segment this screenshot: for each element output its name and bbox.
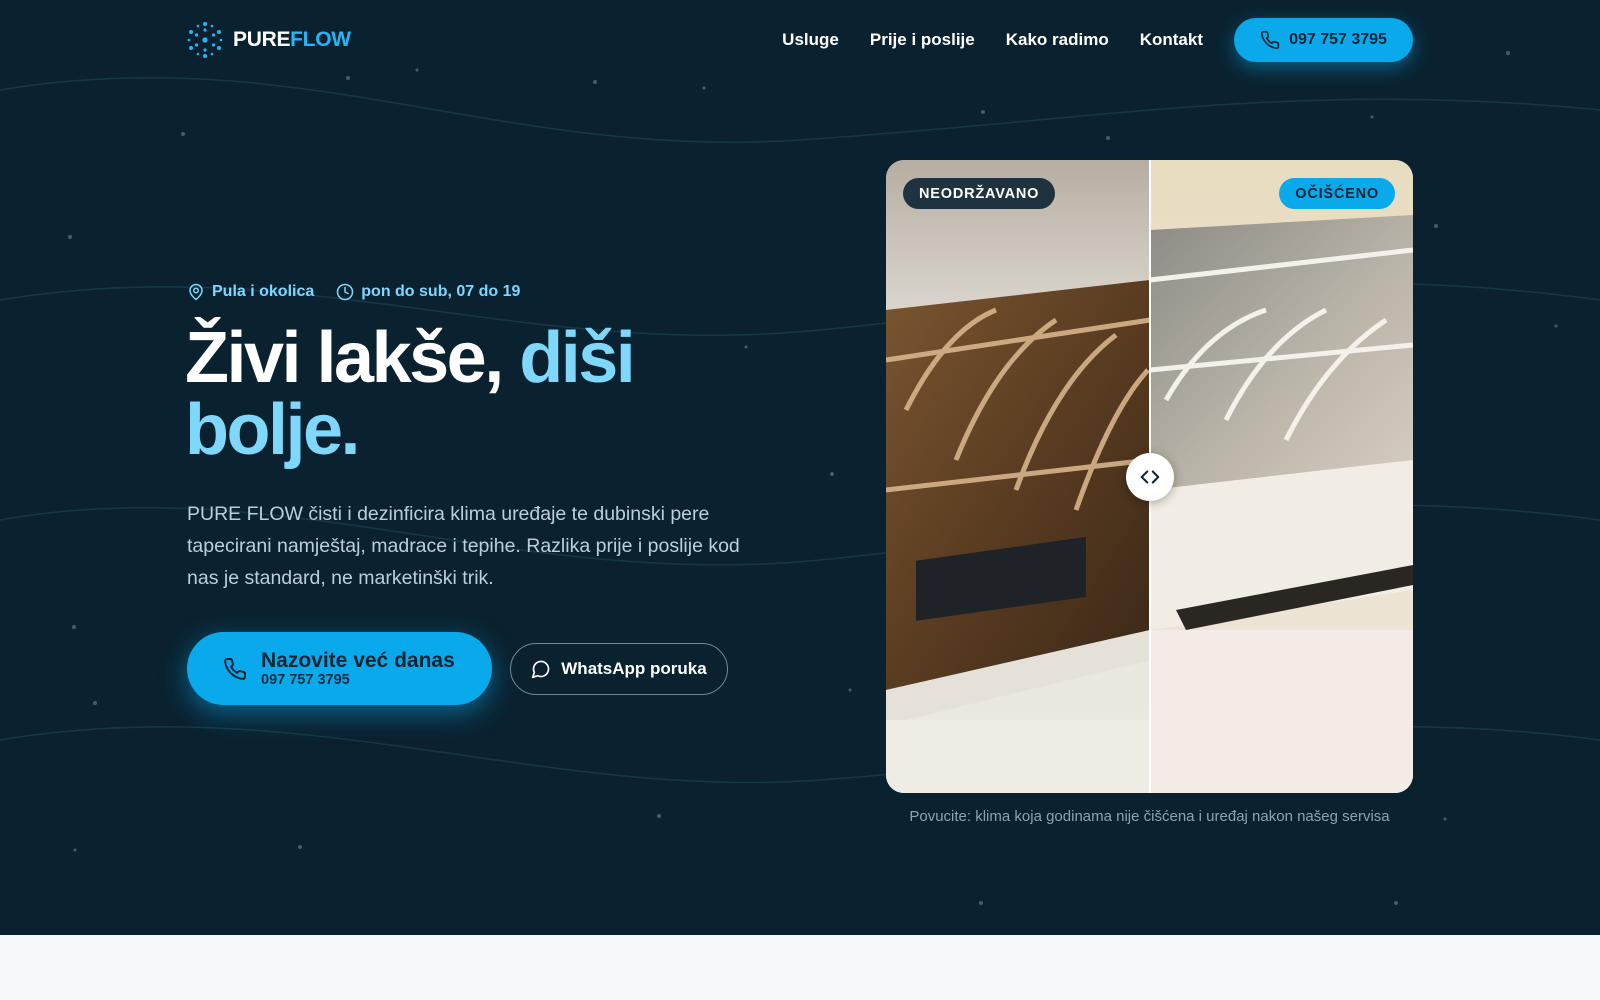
nav-link-usluge[interactable]: Usluge xyxy=(782,30,839,50)
chevron-left-right-icon xyxy=(1140,470,1160,484)
hero-description: PURE FLOW čisti i dezinficira klima uređ… xyxy=(187,503,740,589)
chat-bubble-icon xyxy=(532,660,550,679)
nav-link-kako-radimo[interactable]: Kako radimo xyxy=(1006,30,1109,50)
nav-links: Usluge Prije i poslije Kako radimo Konta… xyxy=(782,30,1203,50)
brand-name-part1: PURE xyxy=(233,28,291,51)
hero-meta: Pula i okolica pon do sub, 07 do 19 xyxy=(187,283,520,301)
call-now-label: Nazovite već danas 097 757 3795 xyxy=(261,649,455,689)
nav-call-button[interactable]: 097 757 3795 xyxy=(1234,18,1413,62)
headline-part1: Živi lakše, xyxy=(185,318,504,398)
call-now-title: Nazovite već danas xyxy=(261,648,455,672)
snowflake-icon xyxy=(187,22,223,58)
next-section xyxy=(0,935,1600,1000)
before-after-slider[interactable]: NEODRŽAVANO OČIŠĆENO xyxy=(886,160,1413,793)
phone-icon xyxy=(224,657,247,680)
page-title: Živi lakše, diši bolje. xyxy=(185,322,785,466)
whatsapp-label: WhatsApp poruka xyxy=(561,659,707,678)
call-now-phone: 097 757 3795 xyxy=(261,671,350,688)
hours-info: pon do sub, 07 do 19 xyxy=(336,283,520,301)
brand-name-part2: FLOW xyxy=(290,28,351,51)
logo[interactable]: PUREFLOW xyxy=(187,20,351,60)
location-info: Pula i okolica xyxy=(187,283,314,301)
hero-section: PUREFLOW Usluge Prije i poslije Kako rad… xyxy=(0,0,1600,935)
clock-icon xyxy=(337,283,354,301)
nav-link-kontakt[interactable]: Kontakt xyxy=(1140,30,1203,50)
before-badge: NEODRŽAVANO xyxy=(903,178,1056,209)
comparison-caption: Povucite: klima koja godinama nije čišće… xyxy=(909,808,1390,825)
nav-link-prije-i-poslije[interactable]: Prije i poslije xyxy=(870,30,975,50)
phone-icon xyxy=(1260,30,1280,50)
slider-handle[interactable] xyxy=(1126,453,1174,501)
location-text: Pula i okolica xyxy=(212,283,315,300)
hours-text: pon do sub, 07 do 19 xyxy=(361,283,521,300)
call-now-button[interactable]: Nazovite već danas 097 757 3795 xyxy=(187,632,492,705)
after-badge: OČIŠĆENO xyxy=(1279,178,1395,209)
top-navigation: PUREFLOW Usluge Prije i poslije Kako rad… xyxy=(187,18,1413,62)
whatsapp-button[interactable]: WhatsApp poruka xyxy=(510,643,728,695)
brand-name: PUREFLOW xyxy=(233,28,351,52)
nav-call-label: 097 757 3795 xyxy=(1289,31,1387,48)
map-pin-icon xyxy=(189,283,203,301)
